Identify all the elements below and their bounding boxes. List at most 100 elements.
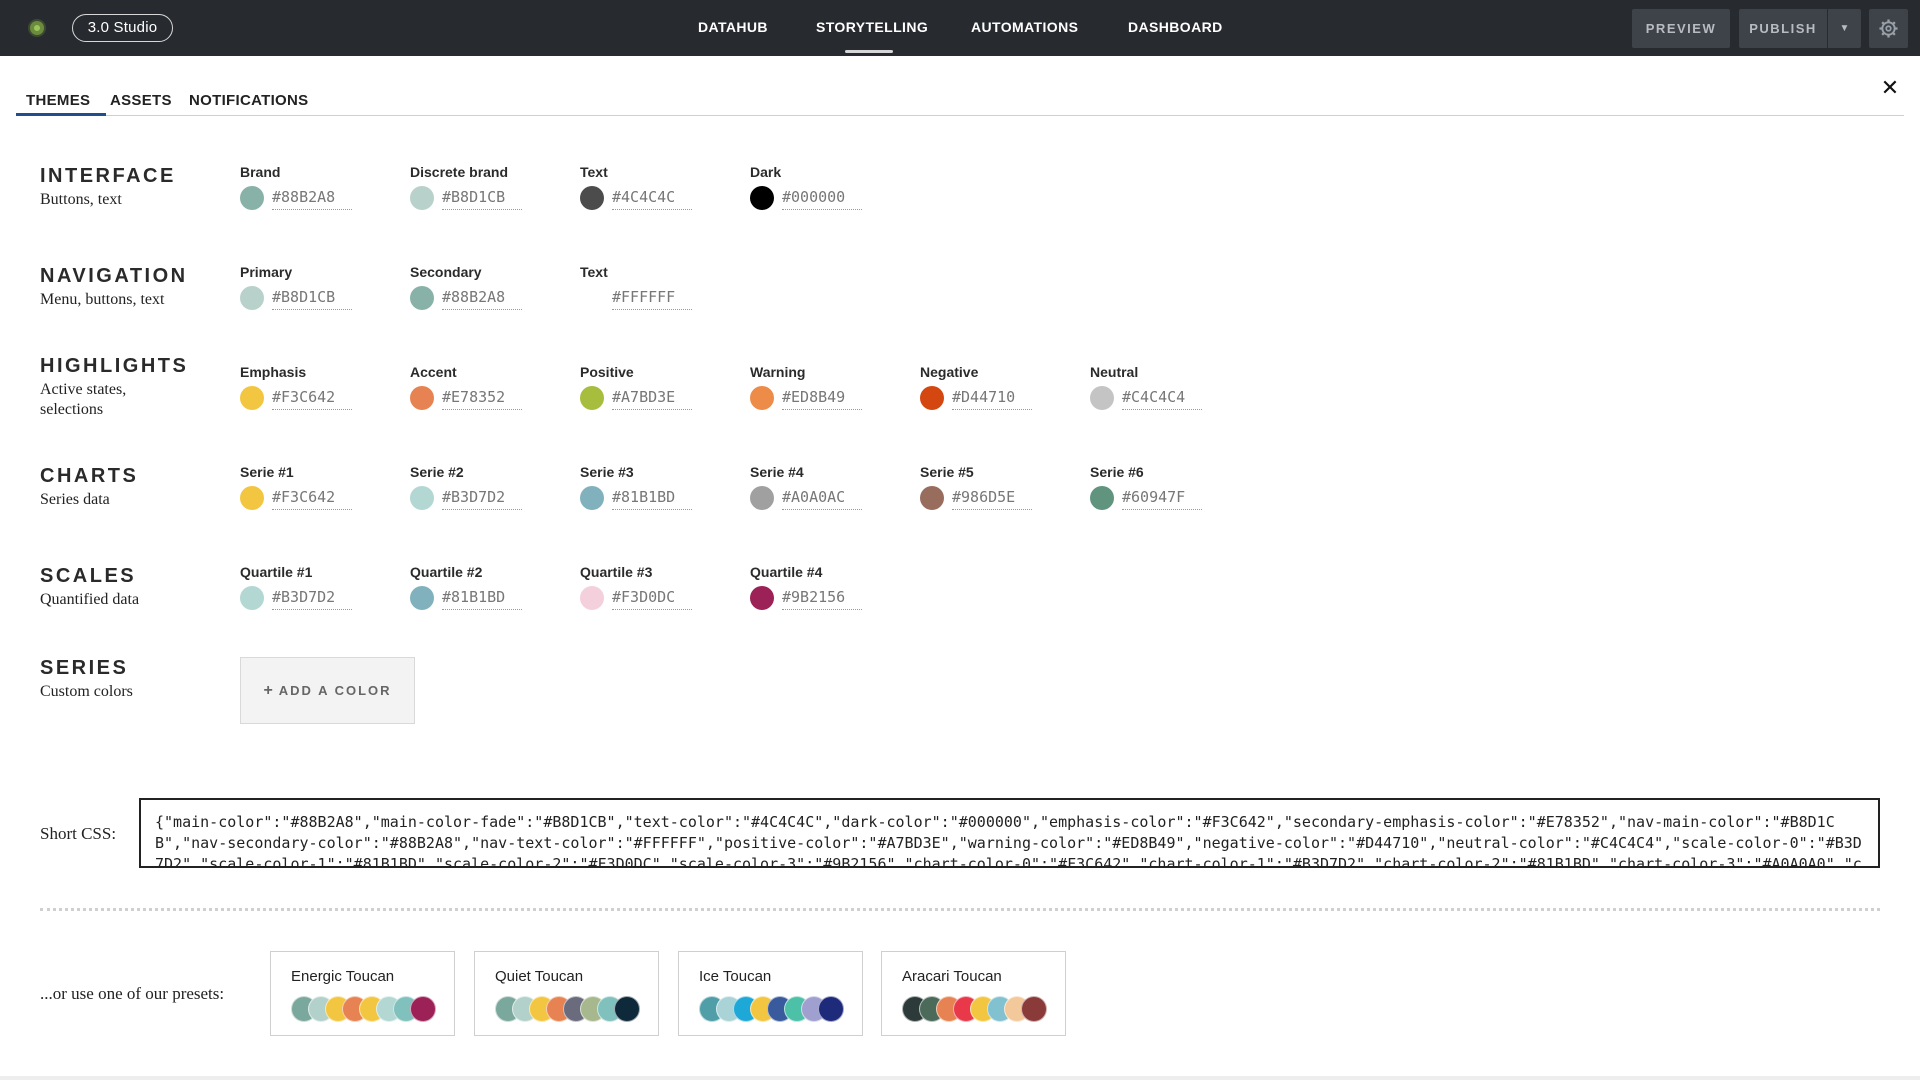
publish-dropdown-button[interactable]: ▼ — [1828, 9, 1861, 48]
hex-input[interactable]: #F3C642 — [272, 488, 352, 510]
color-label: Neutral — [1090, 364, 1139, 380]
section-subtitle-interface: Buttons, text — [40, 191, 122, 208]
color-swatch[interactable] — [410, 586, 434, 610]
preset-card[interactable]: Ice Toucan — [678, 951, 863, 1036]
hex-input[interactable]: #ED8B49 — [782, 388, 862, 410]
hex-input[interactable]: #88B2A8 — [442, 288, 522, 310]
tabs-divider — [16, 115, 1904, 116]
section-title-interface: INTERFACE — [40, 165, 176, 187]
color-swatch[interactable] — [750, 586, 774, 610]
tab-notifications[interactable]: NOTIFICATIONS — [189, 92, 308, 109]
nav-datahub[interactable]: DATAHUB — [698, 19, 768, 35]
hex-input[interactable]: #60947F — [1122, 488, 1202, 510]
hex-input[interactable]: #C4C4C4 — [1122, 388, 1202, 410]
color-swatch[interactable] — [580, 286, 604, 310]
hex-input[interactable]: #F3D0DC — [612, 588, 692, 610]
color-swatch[interactable] — [750, 486, 774, 510]
color-swatch[interactable] — [240, 186, 264, 210]
color-field-brand: Brand #88B2A8 — [240, 164, 430, 214]
tab-themes[interactable]: THEMES — [26, 92, 90, 109]
color-label: Negative — [920, 364, 979, 380]
color-label: Secondary — [410, 264, 482, 280]
hex-input[interactable]: #A0A0AC — [782, 488, 862, 510]
color-swatch[interactable] — [580, 586, 604, 610]
gear-icon — [1879, 19, 1898, 38]
color-label: Quartile #3 — [580, 564, 653, 580]
hex-input[interactable]: #F3C642 — [272, 388, 352, 410]
hex-input[interactable]: #FFFFFF — [612, 288, 692, 310]
section-title-charts: CHARTS — [40, 465, 139, 487]
nav-automations[interactable]: AUTOMATIONS — [971, 19, 1078, 35]
color-swatch[interactable] — [580, 386, 604, 410]
color-field-quartile-3: Quartile #3 #F3D0DC — [580, 564, 770, 614]
preset-name: Aracari Toucan — [902, 968, 1002, 985]
preset-card[interactable]: Quiet Toucan — [474, 951, 659, 1036]
hex-input[interactable]: #B8D1CB — [442, 188, 522, 210]
color-swatch[interactable] — [920, 486, 944, 510]
preset-color-dot — [614, 996, 640, 1022]
hex-input[interactable]: #9B2156 — [782, 588, 862, 610]
hex-input[interactable]: #986D5E — [952, 488, 1032, 510]
color-field-quartile-1: Quartile #1 #B3D7D2 — [240, 564, 430, 614]
preset-card[interactable]: Aracari Toucan — [881, 951, 1066, 1036]
hex-input[interactable]: #88B2A8 — [272, 188, 352, 210]
section-subtitle-scales: Quantified data — [40, 591, 140, 608]
hex-input[interactable]: #D44710 — [952, 388, 1032, 410]
nav-storytelling[interactable]: STORYTELLING — [816, 19, 928, 35]
color-label: Serie #5 — [920, 464, 974, 480]
section-title-scales: SCALES — [40, 565, 137, 587]
hex-input[interactable]: #81B1BD — [612, 488, 692, 510]
close-icon: ✕ — [1880, 75, 1900, 100]
hex-input[interactable]: #B3D7D2 — [272, 588, 352, 610]
hex-input[interactable]: #B8D1CB — [272, 288, 352, 310]
top-bar: 3.0 Studio DATAHUB STORYTELLING AUTOMATI… — [0, 0, 1920, 56]
color-swatch[interactable] — [240, 386, 264, 410]
publish-button[interactable]: PUBLISH — [1739, 9, 1827, 48]
color-label: Discrete brand — [410, 164, 509, 180]
color-swatch[interactable] — [410, 186, 434, 210]
preset-name: Energic Toucan — [291, 968, 395, 985]
color-field-serie-4: Serie #4 #A0A0AC — [750, 464, 940, 514]
color-field-serie-5: Serie #5 #986D5E — [920, 464, 1110, 514]
color-field-neutral: Neutral #C4C4C4 — [1090, 364, 1280, 414]
tab-assets[interactable]: ASSETS — [110, 92, 172, 109]
hex-input[interactable]: #B3D7D2 — [442, 488, 522, 510]
color-field-nav-text: Text #FFFFFF — [580, 264, 770, 314]
hex-input[interactable]: #000000 — [782, 188, 862, 210]
add-color-button[interactable]: + ADD A COLOR — [240, 657, 415, 724]
color-swatch[interactable] — [240, 486, 264, 510]
color-swatch[interactable] — [580, 486, 604, 510]
color-swatch[interactable] — [240, 586, 264, 610]
color-swatch[interactable] — [240, 286, 264, 310]
section-subtitle-navigation: Menu, buttons, text — [40, 291, 165, 308]
color-label: Text — [580, 164, 608, 180]
color-swatch[interactable] — [410, 386, 434, 410]
color-label: Emphasis — [240, 364, 307, 380]
hex-input[interactable]: #A7BD3E — [612, 388, 692, 410]
preview-button[interactable]: PREVIEW — [1632, 9, 1730, 48]
settings-button[interactable] — [1869, 9, 1908, 48]
color-swatch[interactable] — [410, 486, 434, 510]
plus-icon: + — [263, 682, 273, 699]
color-swatch[interactable] — [1090, 386, 1114, 410]
caret-down-icon: ▼ — [1839, 23, 1850, 34]
color-field-nav-secondary: Secondary #88B2A8 — [410, 264, 600, 314]
section-subtitle-charts: Series data — [40, 491, 110, 508]
hex-input[interactable]: #E78352 — [442, 388, 522, 410]
color-swatch[interactable] — [750, 186, 774, 210]
color-swatch[interactable] — [410, 286, 434, 310]
color-label: Quartile #2 — [410, 564, 483, 580]
hex-input[interactable]: #81B1BD — [442, 588, 522, 610]
section-title-highlights: HIGHLIGHTS — [40, 355, 189, 377]
hex-input[interactable]: #4C4C4C — [612, 188, 692, 210]
active-nav-indicator — [845, 50, 893, 53]
preset-card[interactable]: Energic Toucan — [270, 951, 455, 1036]
color-label: Accent — [410, 364, 457, 380]
close-button[interactable]: ✕ — [1878, 76, 1902, 100]
color-swatch[interactable] — [580, 186, 604, 210]
color-swatch[interactable] — [1090, 486, 1114, 510]
color-swatch[interactable] — [920, 386, 944, 410]
color-swatch[interactable] — [750, 386, 774, 410]
short-css-textarea[interactable]: {"main-color":"#88B2A8","main-color-fade… — [139, 798, 1880, 868]
nav-dashboard[interactable]: DASHBOARD — [1128, 19, 1223, 35]
